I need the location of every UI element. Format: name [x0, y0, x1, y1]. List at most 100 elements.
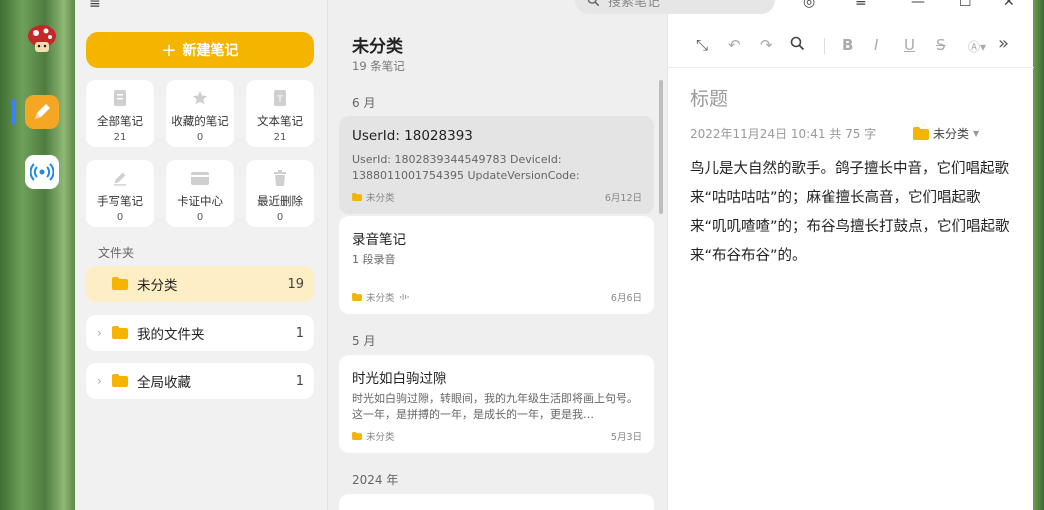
star-icon	[192, 90, 208, 105]
bold-icon[interactable]: B	[842, 36, 853, 54]
sync-icon[interactable]: ◎	[803, 0, 815, 10]
chevron-right-icon[interactable]: ›	[97, 374, 102, 388]
folder-uncategorized[interactable]: 未分类 19	[86, 266, 314, 302]
strikethrough-icon[interactable]: S	[936, 36, 946, 54]
note-folder: 未分类	[352, 190, 395, 204]
text-document-icon: T	[274, 90, 286, 106]
note-folder-name: 未分类	[933, 127, 970, 141]
maximize-icon[interactable]: ☐	[959, 0, 972, 10]
toolbar-divider	[824, 38, 825, 54]
note-folder-selector[interactable]: 未分类 ▼	[913, 125, 979, 142]
note-body[interactable]: 鸟儿是大自然的歌手。鸽子擅长中音，它们唱起歌来“咕咕咕咕”的；麻雀擅长高音，它们…	[690, 155, 1010, 271]
tile-count: 21	[113, 132, 127, 143]
note-title: 录音笔记	[352, 232, 406, 248]
tile-all-notes[interactable]: 全部笔记 21	[86, 80, 154, 147]
folder-icon	[352, 193, 362, 201]
broadcast-app-icon[interactable]	[25, 155, 59, 189]
folder-name: 未分类	[137, 278, 178, 294]
plus-icon: +	[161, 39, 177, 61]
search-placeholder: 搜索笔记	[608, 0, 661, 10]
folder-icon	[112, 374, 128, 387]
new-note-label: 新建笔记	[182, 43, 239, 59]
note-card[interactable]	[339, 494, 654, 510]
tile-count: 0	[276, 212, 284, 223]
folder-count: 1	[295, 325, 304, 341]
search-icon	[587, 0, 600, 6]
tile-count: 0	[116, 212, 124, 223]
tile-count: 0	[196, 212, 204, 223]
note-card[interactable]: UserId: 18028393 UserId: 180283934454978…	[339, 116, 654, 214]
folder-name: 我的文件夹	[137, 327, 205, 343]
chevron-right-icon[interactable]: ›	[97, 326, 102, 340]
folder-count: 1	[295, 373, 304, 389]
note-date: 5月3日	[610, 432, 642, 443]
dropdown-caret-icon: ▼	[973, 129, 980, 138]
note-preview: 1 段录音	[352, 253, 396, 266]
tile-count: 0	[196, 132, 204, 143]
folder-icon	[913, 127, 929, 140]
tile-label: 最近删除	[257, 194, 303, 208]
tile-favorite-notes[interactable]: 收藏的笔记 0	[166, 80, 234, 147]
pen-icon	[113, 172, 127, 186]
folder-icon	[112, 277, 128, 290]
note-list-panel: 未分类 19 条笔记 6 月 UserId: 18028393 UserId: …	[327, 0, 667, 510]
tile-count: 21	[273, 132, 287, 143]
folder-global-favorites[interactable]: › 全局收藏 1	[86, 363, 314, 399]
document-icon	[114, 90, 126, 106]
note-folder: 未分类	[352, 290, 411, 304]
tile-label: 文本笔记	[257, 114, 303, 128]
undo-icon[interactable]: ↶	[728, 36, 741, 54]
note-preview: 时光如白驹过隙，转眼间，我的九年级生活即将画上句号。这一年，是拼搏的一年，是成长…	[352, 392, 638, 421]
editor-toolbar: ⤡ ↶ ↷ B I U S Ⓐ▾ »	[668, 24, 1034, 68]
expand-icon[interactable]: ⤡	[696, 36, 708, 54]
folder-icon	[352, 432, 362, 440]
minimize-icon[interactable]: —	[911, 0, 925, 10]
menu-collapse-icon[interactable]: ≡	[89, 0, 101, 12]
tile-card-center[interactable]: 卡证中心 0	[166, 160, 234, 227]
note-title: 时光如白驹过隙	[352, 371, 447, 387]
mushroom-app-icon[interactable]	[25, 22, 59, 56]
note-folder-name: 未分类	[366, 293, 395, 304]
note-folder-name: 未分类	[366, 193, 395, 204]
note-card[interactable]: 时光如白驹过隙 时光如白驹过隙，转眼间，我的九年级生活即将画上句号。这一年，是拼…	[339, 355, 654, 453]
menu-icon[interactable]: ≡	[855, 0, 867, 10]
note-editor: ⤡ ↶ ↷ B I U S Ⓐ▾ » 标题 2022年11月24日 10:41 …	[667, 0, 1034, 510]
tile-text-notes[interactable]: T 文本笔记 21	[246, 80, 314, 147]
svg-text:T: T	[276, 95, 283, 105]
notes-app-window: ≡ + 新建笔记 全部笔记 21 收藏的笔记 0 T 文本笔记 21 手写笔记 …	[75, 0, 1034, 510]
list-title: 未分类	[352, 37, 403, 57]
group-label: 6 月	[352, 96, 376, 110]
note-card[interactable]: 录音笔记 1 段录音 未分类 6月6日	[339, 216, 654, 314]
folder-icon	[112, 326, 128, 339]
more-tools-icon[interactable]: »	[998, 33, 1009, 54]
tile-recently-deleted[interactable]: 最近删除 0	[246, 160, 314, 227]
search-icon[interactable]	[790, 36, 805, 55]
underline-icon[interactable]: U	[904, 36, 915, 54]
note-title-field[interactable]: 标题	[690, 84, 728, 111]
notes-app-icon[interactable]	[25, 95, 59, 129]
search-input[interactable]: 搜索笔记	[575, 0, 775, 14]
note-folder: 未分类	[352, 429, 395, 443]
list-scrollbar[interactable]	[659, 80, 663, 214]
folder-my-folder[interactable]: › 我的文件夹 1	[86, 315, 314, 351]
group-label: 2024 年	[352, 473, 399, 487]
note-meta: 2022年11月24日 10:41 共 75 字	[690, 127, 877, 141]
text-style-icon[interactable]: Ⓐ▾	[968, 38, 986, 55]
folder-name: 全局收藏	[137, 375, 191, 391]
italic-icon[interactable]: I	[874, 36, 878, 54]
trash-icon	[274, 170, 286, 186]
folder-icon	[352, 293, 362, 301]
new-note-button[interactable]: + 新建笔记	[86, 32, 314, 68]
note-date: 6月6日	[610, 293, 642, 304]
tile-handwritten-notes[interactable]: 手写笔记 0	[86, 160, 154, 227]
list-subtitle: 19 条笔记	[352, 59, 405, 73]
close-icon[interactable]: ✕	[1003, 0, 1015, 10]
tile-label: 卡证中心	[177, 194, 223, 208]
folders-section-label: 文件夹	[98, 246, 135, 260]
group-label: 5 月	[352, 334, 376, 348]
desktop-background-right	[1033, 0, 1044, 510]
sidebar: ≡ + 新建笔记 全部笔记 21 收藏的笔记 0 T 文本笔记 21 手写笔记 …	[75, 0, 327, 510]
redo-icon[interactable]: ↷	[760, 36, 773, 54]
desktop-background	[0, 0, 75, 510]
tile-label: 收藏的笔记	[171, 114, 229, 128]
